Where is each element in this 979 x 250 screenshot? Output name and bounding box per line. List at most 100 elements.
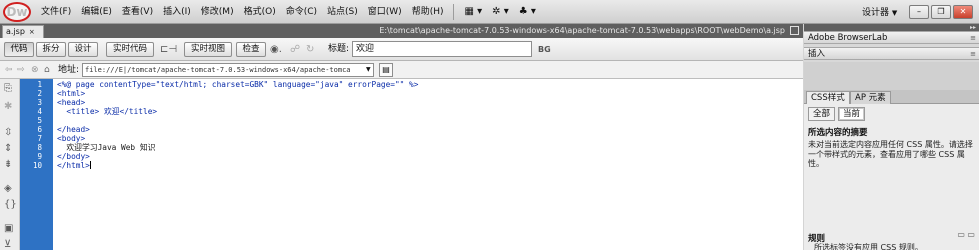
stop-icon[interactable]: ⊗ xyxy=(31,64,39,76)
collapse-panels-icon[interactable]: ▸▸ xyxy=(970,24,976,31)
tab-current[interactable]: 当前 xyxy=(838,107,866,121)
expand-all-icon[interactable]: ⇟ xyxy=(4,159,12,171)
coding-toolbar: ⎘ ✱ ⇳ ⇕ ⇟ ◈ {} ▣ ⊻ xyxy=(0,79,20,250)
chevron-down-icon: ▼ xyxy=(891,9,898,17)
line-number: 1 xyxy=(37,80,42,89)
panel-menu-icon[interactable]: ≡ xyxy=(970,32,976,44)
document-path: E:\tomcat\apache-tomcat-7.0.53-windows-x… xyxy=(379,26,785,35)
design-view-button[interactable]: 设计 xyxy=(68,42,98,57)
browserlab-panel-header[interactable]: Adobe BrowserLab ≡ xyxy=(804,31,979,44)
menu-file[interactable]: 文件(F) xyxy=(36,0,76,24)
split-view-button[interactable]: 拆分 xyxy=(36,42,66,57)
title-label: 标题: xyxy=(328,44,350,54)
browserlab-panel-title: Adobe BrowserLab xyxy=(808,33,888,43)
menu-insert[interactable]: 插入(I) xyxy=(158,0,196,24)
menu-separator xyxy=(453,4,455,20)
css-panel-tabs: CSS样式 AP 元素 xyxy=(804,90,979,104)
collapse-selection-icon[interactable]: ⇕ xyxy=(4,143,12,155)
select-parent-icon[interactable]: ◈ xyxy=(4,183,12,195)
rules-section: 规则 ▭ ▭ 所选标签没有应用 CSS 规则。 xyxy=(804,230,979,250)
minimize-button[interactable]: – xyxy=(909,5,929,19)
css-panel-body: 全部 当前 所选内容的摘要 未对当前选定内容应用任何 CSS 属性。请选择一个带… xyxy=(804,104,979,250)
file-management-icon[interactable]: BG xyxy=(538,42,551,57)
code-line-text: </html> xyxy=(57,161,90,170)
chevron-down-icon[interactable]: ▼ xyxy=(366,64,371,76)
window-buttons: – ❐ ✕ xyxy=(909,5,973,19)
code-line: <title> 欢迎</title> xyxy=(57,107,158,116)
menu-bar: Dw 文件(F) 编辑(E) 查看(V) 插入(I) 修改(M) 格式(O) 命… xyxy=(0,0,979,24)
collapse-tag-icon[interactable]: ⇳ xyxy=(4,127,12,139)
dreamweaver-logo: Dw xyxy=(3,2,31,22)
code-line: <body> xyxy=(57,134,86,143)
panel-spacer xyxy=(804,62,979,90)
layout-icon[interactable]: ▦ ▾ xyxy=(459,0,487,24)
document-tab[interactable]: a.jsp × xyxy=(2,25,44,38)
panel-menu-icon[interactable]: ≡ xyxy=(970,48,976,60)
inspect-mode-icon[interactable]: ⊏⊣ xyxy=(160,42,177,57)
code-line: <head> xyxy=(57,98,86,107)
line-number: 7 xyxy=(37,134,42,143)
code-view-button[interactable]: 代码 xyxy=(4,42,34,57)
highlight-icon[interactable]: ⊻ xyxy=(4,239,11,250)
address-label: 地址: xyxy=(58,65,80,75)
menu-view[interactable]: 查看(V) xyxy=(117,0,158,24)
workspace-switcher[interactable]: 设计器 ▼ xyxy=(862,5,897,18)
forward-icon[interactable]: ⇨ xyxy=(17,64,25,76)
document-tab-label: a.jsp xyxy=(6,27,25,36)
restore-icon[interactable] xyxy=(790,26,799,35)
maximize-button[interactable]: ❐ xyxy=(931,5,951,19)
live-view-button[interactable]: 实时视图 xyxy=(184,42,232,57)
rules-text: 所选标签没有应用 CSS 规则。 xyxy=(814,243,923,250)
check-icon[interactable]: ☍ xyxy=(290,42,300,57)
document-toolbar: 代码 拆分 设计 实时代码 ⊏⊣ 实时视图 检查 ◉. ☍ ↻ 标题: 欢迎 B… xyxy=(0,38,803,61)
summary-title: 所选内容的摘要 xyxy=(808,128,868,138)
tab-all[interactable]: 全部 xyxy=(808,107,836,121)
globe-icon[interactable]: ◉. xyxy=(270,42,282,57)
line-number-column: 1 2 3 4 5 6 7 8 9 10 xyxy=(20,79,53,250)
line-number: 5 xyxy=(37,116,42,125)
panel-group: ▸▸ Adobe BrowserLab ≡ 插入 ≡ CSS样式 AP 元素 全… xyxy=(804,24,979,250)
live-code-button[interactable]: 实时代码 xyxy=(106,42,154,57)
rules-view-icon[interactable]: ▭ ▭ xyxy=(957,230,975,239)
code-line: </head> xyxy=(57,125,90,134)
close-button[interactable]: ✕ xyxy=(953,5,973,19)
back-icon[interactable]: ⇦ xyxy=(5,64,13,76)
site-icon[interactable]: ♣ ▾ xyxy=(514,0,541,24)
summary-text: 未对当前选定内容应用任何 CSS 属性。请选择一个带样式的元素，查看应用了哪些 … xyxy=(808,140,973,168)
home-icon[interactable]: ⌂ xyxy=(44,64,50,76)
document-tab-bar: a.jsp × E:\tomcat\apache-tomcat-7.0.53-wi… xyxy=(0,24,803,38)
code-line: <html> xyxy=(57,89,86,98)
title-input[interactable]: 欢迎 xyxy=(352,41,532,57)
menu-help[interactable]: 帮助(H) xyxy=(407,0,449,24)
menu-edit[interactable]: 编辑(E) xyxy=(76,0,117,24)
insert-panel-header[interactable]: 插入 ≡ xyxy=(804,47,979,60)
code-editor[interactable]: ⎘ ✱ ⇳ ⇕ ⇟ ◈ {} ▣ ⊻ 1 2 3 4 5 6 7 8 9 10 … xyxy=(0,79,803,250)
tab-close-icon[interactable]: × xyxy=(29,28,35,36)
extend-icon[interactable]: ✲ ▾ xyxy=(487,0,514,24)
line-number: 9 xyxy=(37,152,42,161)
refresh-icon[interactable]: ↻ xyxy=(306,42,314,57)
line-number: 3 xyxy=(37,98,42,107)
inspect-button[interactable]: 检查 xyxy=(236,42,266,57)
line-number: 4 xyxy=(37,107,42,116)
address-input[interactable]: file:///E|/tomcat/apache-tomcat-7.0.53-w… xyxy=(82,63,374,77)
code-line: <%@ page contentType="text/html; charset… xyxy=(57,80,419,89)
open-documents-icon[interactable]: ⎘ xyxy=(4,83,12,95)
menu-modify[interactable]: 修改(M) xyxy=(196,0,239,24)
address-bar: ⇦ ⇨ ⊗ ⌂ 地址: file:///E|/tomcat/apache-tom… xyxy=(0,61,803,79)
document-area: a.jsp × E:\tomcat\apache-tomcat-7.0.53-wi… xyxy=(0,24,803,250)
line-number: 6 xyxy=(37,125,42,134)
line-number: 8 xyxy=(37,143,42,152)
browse-icon[interactable]: ▤ xyxy=(379,63,393,77)
tab-ap-elements[interactable]: AP 元素 xyxy=(850,91,891,104)
code-line: 欢迎学习Java Web 知识 xyxy=(57,143,156,152)
menu-commands[interactable]: 命令(C) xyxy=(281,0,322,24)
line-numbers-icon[interactable]: ▣ xyxy=(4,223,13,235)
tab-css-styles[interactable]: CSS样式 xyxy=(806,91,850,104)
menu-site[interactable]: 站点(S) xyxy=(322,0,363,24)
css-mode-tabs: 全部 当前 xyxy=(808,107,866,121)
balance-braces-icon[interactable]: {} xyxy=(4,199,17,211)
menu-format[interactable]: 格式(O) xyxy=(239,0,281,24)
snippet-icon[interactable]: ✱ xyxy=(4,101,12,113)
menu-window[interactable]: 窗口(W) xyxy=(363,0,407,24)
